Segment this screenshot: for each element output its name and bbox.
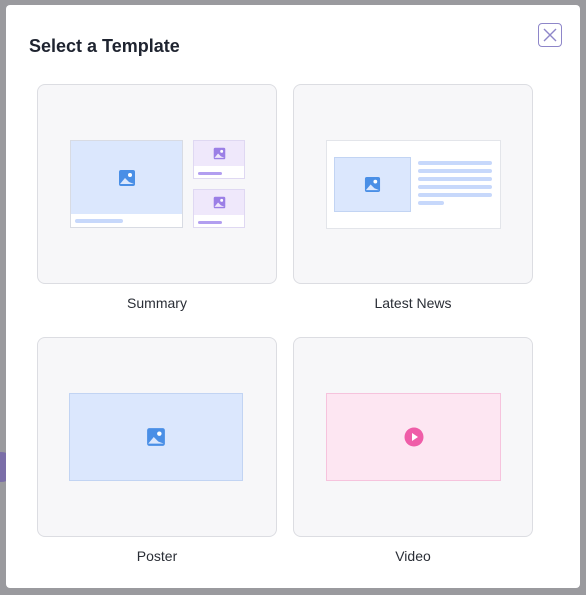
news-preview: [326, 140, 501, 229]
template-label-summary: Summary: [127, 295, 187, 311]
template-label-poster: Poster: [136, 548, 178, 564]
close-button[interactable]: [538, 23, 562, 47]
close-icon: [543, 28, 557, 42]
image-icon: [118, 169, 135, 186]
template-card-summary[interactable]: [37, 84, 277, 284]
summary-side-preview-2: [193, 189, 245, 228]
summary-main-image: [71, 141, 182, 214]
play-icon: [404, 427, 423, 447]
news-image: [334, 157, 411, 212]
video-preview: [326, 393, 501, 481]
template-card-latest-news[interactable]: [293, 84, 533, 284]
template-dialog: Select a Template Summary Latest News Po…: [6, 5, 580, 588]
summary-main-preview: [70, 140, 183, 228]
template-card-video[interactable]: [293, 337, 533, 537]
template-label-video: Video: [395, 548, 431, 564]
poster-image: [69, 393, 243, 481]
image-icon: [147, 428, 165, 446]
image-icon: [213, 196, 225, 209]
summary-side-image-1: [194, 141, 244, 166]
template-card-poster[interactable]: [37, 337, 277, 537]
image-icon: [364, 176, 381, 193]
image-icon: [213, 147, 225, 160]
template-label-latest-news: Latest News: [374, 295, 452, 311]
dialog-title: Select a Template: [29, 36, 180, 56]
summary-side-preview-1: [193, 140, 245, 179]
summary-side-image-2: [194, 190, 244, 215]
